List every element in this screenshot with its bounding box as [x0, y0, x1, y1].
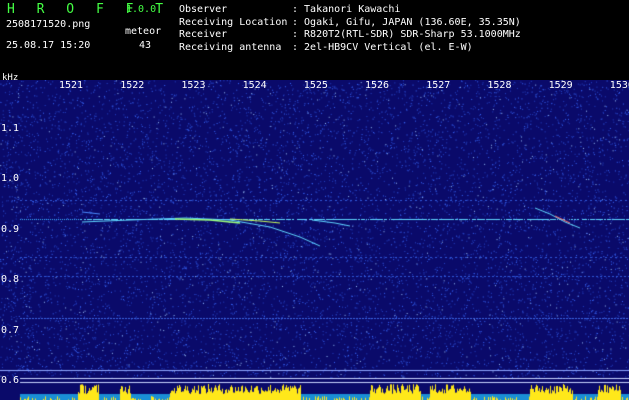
x-tick-label: 1527 — [426, 80, 451, 91]
y-tick-label: 0.7 — [1, 324, 20, 336]
info-row-location: Receiving Location : Ogaki, Gifu, JAPAN (… — [179, 17, 521, 30]
y-tick-label: 0.9 — [1, 223, 20, 235]
info-key: Receiving Location — [179, 16, 288, 28]
meteor-label: meteor — [125, 26, 162, 37]
app-version: 1.0.0 — [126, 4, 157, 15]
info-value: : Ogaki, Gifu, JAPAN (136.60E, 35.35N) — [292, 16, 521, 28]
x-tick-label: 1521 — [59, 80, 84, 91]
info-key: Observer — [179, 4, 228, 15]
x-tick-label: 1524 — [242, 80, 267, 91]
observation-info: Observer : Takanori Kawachi Receiving Loc… — [179, 4, 521, 54]
info-value: : Takanori Kawachi — [292, 4, 401, 15]
info-row-receiver: Receiver : R820T2(RTL-SDR) SDR-Sharp 53.1… — [179, 29, 521, 42]
info-row-observer: Observer : Takanori Kawachi — [179, 4, 521, 17]
y-tick-label: 1.0 — [1, 173, 20, 185]
info-value: : R820T2(RTL-SDR) SDR-Sharp 53.1000MHz — [292, 29, 521, 40]
x-tick-label: 1530 — [609, 80, 629, 91]
info-row-antenna: Receiving antenna : 2el-HB9CV Vertical (e… — [179, 42, 521, 55]
y-tick-label: 0.8 — [1, 274, 20, 286]
header-panel: H R O F F T 1.0.0 2508171520.png meteor … — [0, 0, 629, 72]
info-key: Receiving antenna — [179, 41, 282, 53]
info-value: : 2el-HB9CV Vertical (el. E-W) — [292, 41, 473, 53]
file-name: 2508171520.png — [6, 19, 91, 30]
spectrogram — [0, 80, 629, 400]
x-tick-label: 1528 — [487, 80, 512, 91]
x-tick-label: 1529 — [548, 80, 573, 91]
y-tick-label: 1.1 — [1, 123, 20, 134]
x-tick-label: 1526 — [365, 80, 390, 91]
y-tick-label: 0.6 — [1, 375, 20, 386]
x-tick-label: 1525 — [303, 80, 328, 91]
info-key: Receiver — [179, 29, 228, 40]
x-tick-label: 1522 — [120, 80, 145, 91]
x-tick-label: 1523 — [181, 80, 206, 91]
datetime: 25.08.17 15:20 — [6, 40, 91, 51]
meteor-count: 43 — [139, 40, 152, 51]
